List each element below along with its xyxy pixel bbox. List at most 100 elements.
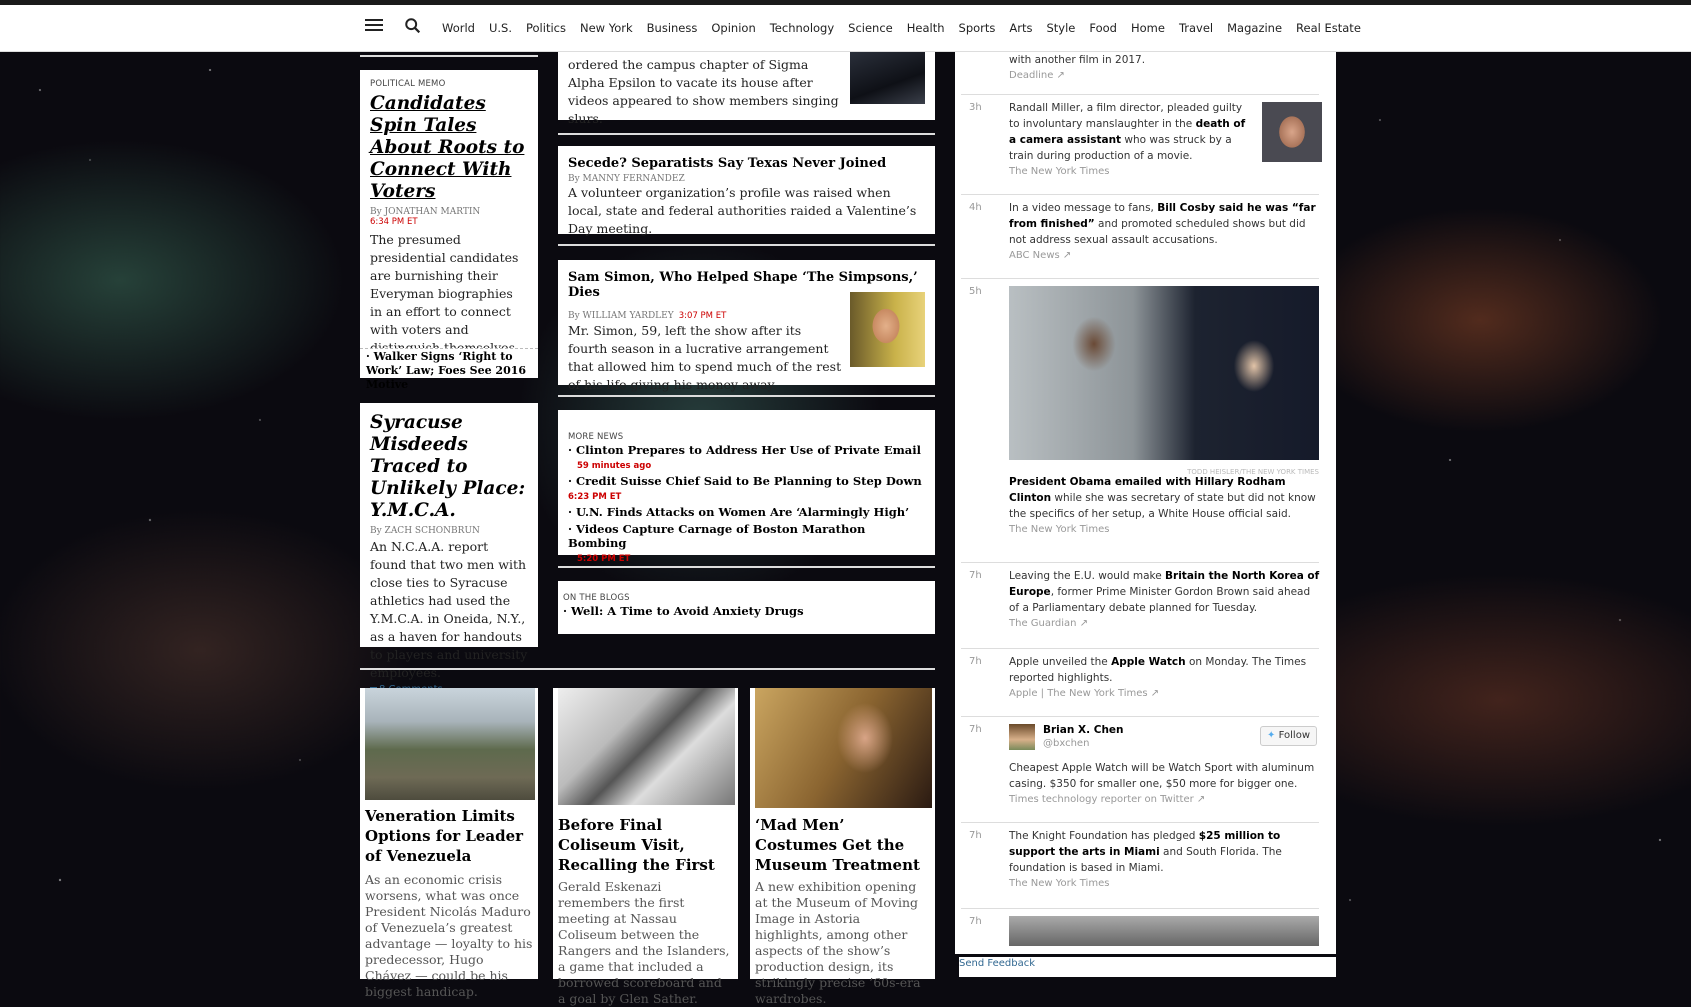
- feed-age: 4h: [969, 202, 982, 213]
- avatar[interactable]: [1009, 724, 1035, 750]
- nav-world[interactable]: World: [442, 21, 475, 35]
- nav-new-york[interactable]: New York: [580, 21, 633, 35]
- bottom-story-coliseum: Before Final Coliseum Visit, Recalling t…: [553, 688, 738, 1006]
- hamburger-menu-icon[interactable]: [365, 19, 383, 33]
- nav-food[interactable]: Food: [1089, 21, 1117, 35]
- nav-sports[interactable]: Sports: [959, 21, 996, 35]
- feed-age: 7h: [969, 656, 982, 667]
- feed-source[interactable]: The New York Times: [1009, 876, 1321, 892]
- nav-business[interactable]: Business: [647, 21, 698, 35]
- story-card-simon: Sam Simon, Who Helped Shape ‘The Simpson…: [558, 260, 935, 392]
- feed-item[interactable]: 7h: [961, 910, 1319, 950]
- more-news-item[interactable]: · Credit Suisse Chief Said to Be Plannin…: [568, 474, 925, 502]
- story-headline[interactable]: Secede? Separatists Say Texas Never Join…: [568, 156, 925, 171]
- venezuela-photo[interactable]: [365, 688, 535, 800]
- story-byline: By WILLIAM YARDLEY: [568, 311, 674, 321]
- story-summary: Gerald Eskenazi remembers the first meet…: [558, 879, 730, 1006]
- divider: [558, 133, 935, 135]
- nav-opinion[interactable]: Opinion: [711, 21, 755, 35]
- nav-arts[interactable]: Arts: [1009, 21, 1032, 35]
- hockey-photo[interactable]: [558, 688, 735, 805]
- story-byline: By MANNY FERNANDEZ: [568, 174, 685, 184]
- blogs-kicker: ON THE BLOGS: [563, 593, 630, 603]
- feed-age: 5h: [969, 286, 982, 297]
- nav-science[interactable]: Science: [848, 21, 893, 35]
- nav-style[interactable]: Style: [1047, 21, 1076, 35]
- story-summary: ordered the campus chapter of Sigma Alph…: [568, 57, 839, 126]
- story-kicker: POLITICAL MEMO: [370, 79, 446, 89]
- search-icon[interactable]: [404, 17, 422, 35]
- story-headline[interactable]: ‘Mad Men’ Costumes Get the Museum Treatm…: [755, 815, 930, 875]
- feed-item[interactable]: with another film in 2017. Deadline ↗: [961, 52, 1319, 95]
- story-headline[interactable]: Veneration Limits Options for Leader of …: [365, 806, 533, 866]
- feed-item[interactable]: 7h Leaving the E.U. would make Britain t…: [961, 564, 1319, 649]
- blogs-card: ON THE BLOGS · Well: A Time to Avoid Anx…: [558, 581, 935, 634]
- related-link-card: · Walker Signs ‘Right to Work’ Law; Foes…: [360, 348, 538, 391]
- feed-age: 7h: [969, 724, 982, 735]
- nav-health[interactable]: Health: [907, 21, 945, 35]
- feed-photo[interactable]: [1009, 916, 1319, 946]
- feed-item[interactable]: 4h In a video message to fans, Bill Cosb…: [961, 196, 1319, 279]
- more-news-item[interactable]: · Videos Capture Carnage of Boston Marat…: [568, 522, 925, 564]
- mad-men-photo[interactable]: [755, 688, 932, 808]
- nav-us[interactable]: U.S.: [489, 21, 512, 35]
- story-headline[interactable]: Before Final Coliseum Visit, Recalling t…: [558, 815, 733, 875]
- story-card-syracuse: Syracuse Misdeeds Traced to Unlikely Pla…: [360, 403, 538, 695]
- more-news-item[interactable]: · Clinton Prepares to Address Her Use of…: [568, 443, 925, 471]
- more-news-kicker: MORE NEWS: [568, 432, 624, 442]
- feed-age: 7h: [969, 570, 982, 581]
- story-headline[interactable]: Syracuse Misdeeds Traced to Unlikely Pla…: [370, 412, 528, 522]
- bottom-story-venezuela: Veneration Limits Options for Leader of …: [360, 688, 538, 999]
- story-timestamp: 3:07 PM ET: [678, 311, 727, 321]
- tweet-handle[interactable]: @bxchen: [1043, 736, 1089, 752]
- nav-travel[interactable]: Travel: [1179, 21, 1213, 35]
- feed-item-tweet[interactable]: 7h Brian X. Chen @bxchen ✦ Follow Cheape…: [961, 718, 1319, 823]
- story-card-sae: ordered the campus chapter of Sigma Alph…: [558, 52, 935, 126]
- more-news-card: MORE NEWS · Clinton Prepares to Address …: [558, 410, 935, 564]
- divider: [558, 566, 935, 568]
- story-timestamp: 6:34 PM ET: [370, 217, 418, 227]
- nav-magazine[interactable]: Magazine: [1227, 21, 1282, 35]
- feed-item[interactable]: 5h TODD HEISLER/THE NEW YORK TIMES Presi…: [961, 280, 1319, 563]
- related-link[interactable]: · Walker Signs ‘Right to Work’ Law; Foes…: [366, 350, 532, 392]
- story-card-secede: Secede? Separatists Say Texas Never Join…: [558, 146, 935, 236]
- nav-home[interactable]: Home: [1131, 21, 1165, 35]
- send-feedback-link[interactable]: Send Feedback: [959, 957, 1336, 977]
- nav-politics[interactable]: Politics: [526, 21, 566, 35]
- story-headline[interactable]: Candidates Spin Tales About Roots to Con…: [370, 93, 528, 203]
- divider: [558, 244, 935, 246]
- feed-item[interactable]: 3h Randall Miller, a film director, plea…: [961, 96, 1322, 195]
- follow-button[interactable]: ✦ Follow: [1260, 726, 1317, 746]
- story-byline: By JONATHAN MARTIN: [370, 207, 481, 217]
- twitter-bird-icon: ✦: [1267, 730, 1276, 741]
- randall-miller-photo[interactable]: [1262, 102, 1322, 162]
- feed-age: 7h: [969, 830, 982, 841]
- feed-source[interactable]: The Guardian ↗: [1009, 616, 1321, 632]
- times-minute-feed: with another film in 2017. Deadline ↗ 3h …: [955, 52, 1336, 954]
- feed-item[interactable]: 7h The Knight Foundation has pledged $25…: [961, 824, 1319, 909]
- nav-real-estate[interactable]: Real Estate: [1296, 21, 1361, 35]
- sam-simon-photo[interactable]: [850, 292, 925, 367]
- feed-source[interactable]: The New York Times: [1009, 164, 1254, 180]
- story-byline: By ZACH SCHONBRUN: [370, 526, 480, 536]
- story-summary: As an economic crisis worsens, what was …: [365, 872, 533, 999]
- section-nav: World U.S. Politics New York Business Op…: [442, 21, 1375, 35]
- obama-clinton-photo[interactable]: [1009, 286, 1319, 460]
- feed-source[interactable]: Times technology reporter on Twitter ↗: [1009, 792, 1321, 808]
- feed-age: 3h: [969, 102, 982, 113]
- divider: [360, 668, 935, 670]
- blog-item[interactable]: · Well: A Time to Avoid Anxiety Drugs: [563, 604, 930, 618]
- divider: [360, 55, 538, 57]
- nav-technology[interactable]: Technology: [770, 21, 834, 35]
- sae-photo[interactable]: [850, 52, 925, 104]
- more-news-item[interactable]: · U.N. Finds Attacks on Women Are ‘Alarm…: [568, 505, 925, 519]
- feed-item[interactable]: 7h Apple unveiled the Apple Watch on Mon…: [961, 650, 1319, 717]
- feed-source[interactable]: Apple | The New York Times ↗: [1009, 686, 1321, 702]
- bottom-story-madmen: ‘Mad Men’ Costumes Get the Museum Treatm…: [750, 688, 935, 1006]
- story-card-candidates: POLITICAL MEMO Candidates Spin Tales Abo…: [360, 70, 538, 375]
- feed-source[interactable]: ABC News ↗: [1009, 248, 1321, 264]
- feed-source[interactable]: Deadline ↗: [1009, 68, 1321, 84]
- story-summary: A new exhibition opening at the Museum o…: [755, 879, 921, 1006]
- feed-source[interactable]: The New York Times: [1009, 522, 1321, 538]
- story-summary: An N.C.A.A. report found that two men wi…: [370, 539, 528, 680]
